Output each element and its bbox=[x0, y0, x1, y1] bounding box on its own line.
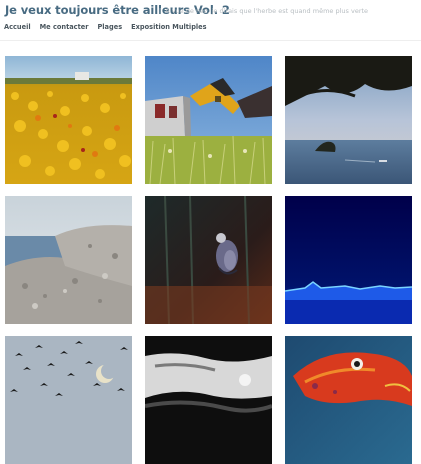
gallery-photo-birds-moon[interactable] bbox=[5, 336, 132, 464]
gallery-photo-bird-dark-water[interactable] bbox=[145, 196, 272, 324]
gallery-photo-island-dusk[interactable] bbox=[285, 56, 412, 184]
bw-reflection-image bbox=[145, 336, 272, 464]
seaside-rocks-image bbox=[5, 196, 132, 324]
nav-item-plages[interactable]: Plages bbox=[97, 23, 122, 31]
gallery-photo-blue-waves[interactable] bbox=[285, 196, 412, 324]
gallery-photo-seaside-rocks[interactable] bbox=[5, 196, 132, 324]
island-dusk-image bbox=[285, 56, 412, 184]
excavator-image bbox=[145, 56, 272, 184]
blue-waves-image bbox=[285, 196, 412, 324]
birds-moon-image bbox=[5, 336, 132, 464]
wildflower-field-image bbox=[5, 56, 132, 184]
gallery-photo-bw-reflection[interactable] bbox=[145, 336, 272, 464]
nav-item-exposition-multiples[interactable]: Exposition Multiples bbox=[131, 23, 206, 31]
tagline-text: À vue de nez, je dirais que l'herbe est … bbox=[165, 7, 369, 15]
nav-item-accueil[interactable]: Accueil bbox=[4, 23, 31, 31]
main-navigation: Accueil Me contacter Plages Exposition M… bbox=[4, 23, 207, 31]
site-tagline: | À vue de nez, je dirais que l'herbe est… bbox=[159, 7, 368, 15]
gallery-photo-excavator[interactable] bbox=[145, 56, 272, 184]
separator: | bbox=[159, 7, 162, 15]
nav-item-me-contacter[interactable]: Me contacter bbox=[40, 23, 89, 31]
gallery-photo-wildflower-field[interactable] bbox=[5, 56, 132, 184]
red-fish-image bbox=[285, 336, 412, 464]
site-header: Je veux toujours être ailleurs Vol. 2 | À… bbox=[0, 0, 421, 41]
gallery-photo-red-fish[interactable] bbox=[285, 336, 412, 464]
bird-dark-water-image bbox=[145, 196, 272, 324]
